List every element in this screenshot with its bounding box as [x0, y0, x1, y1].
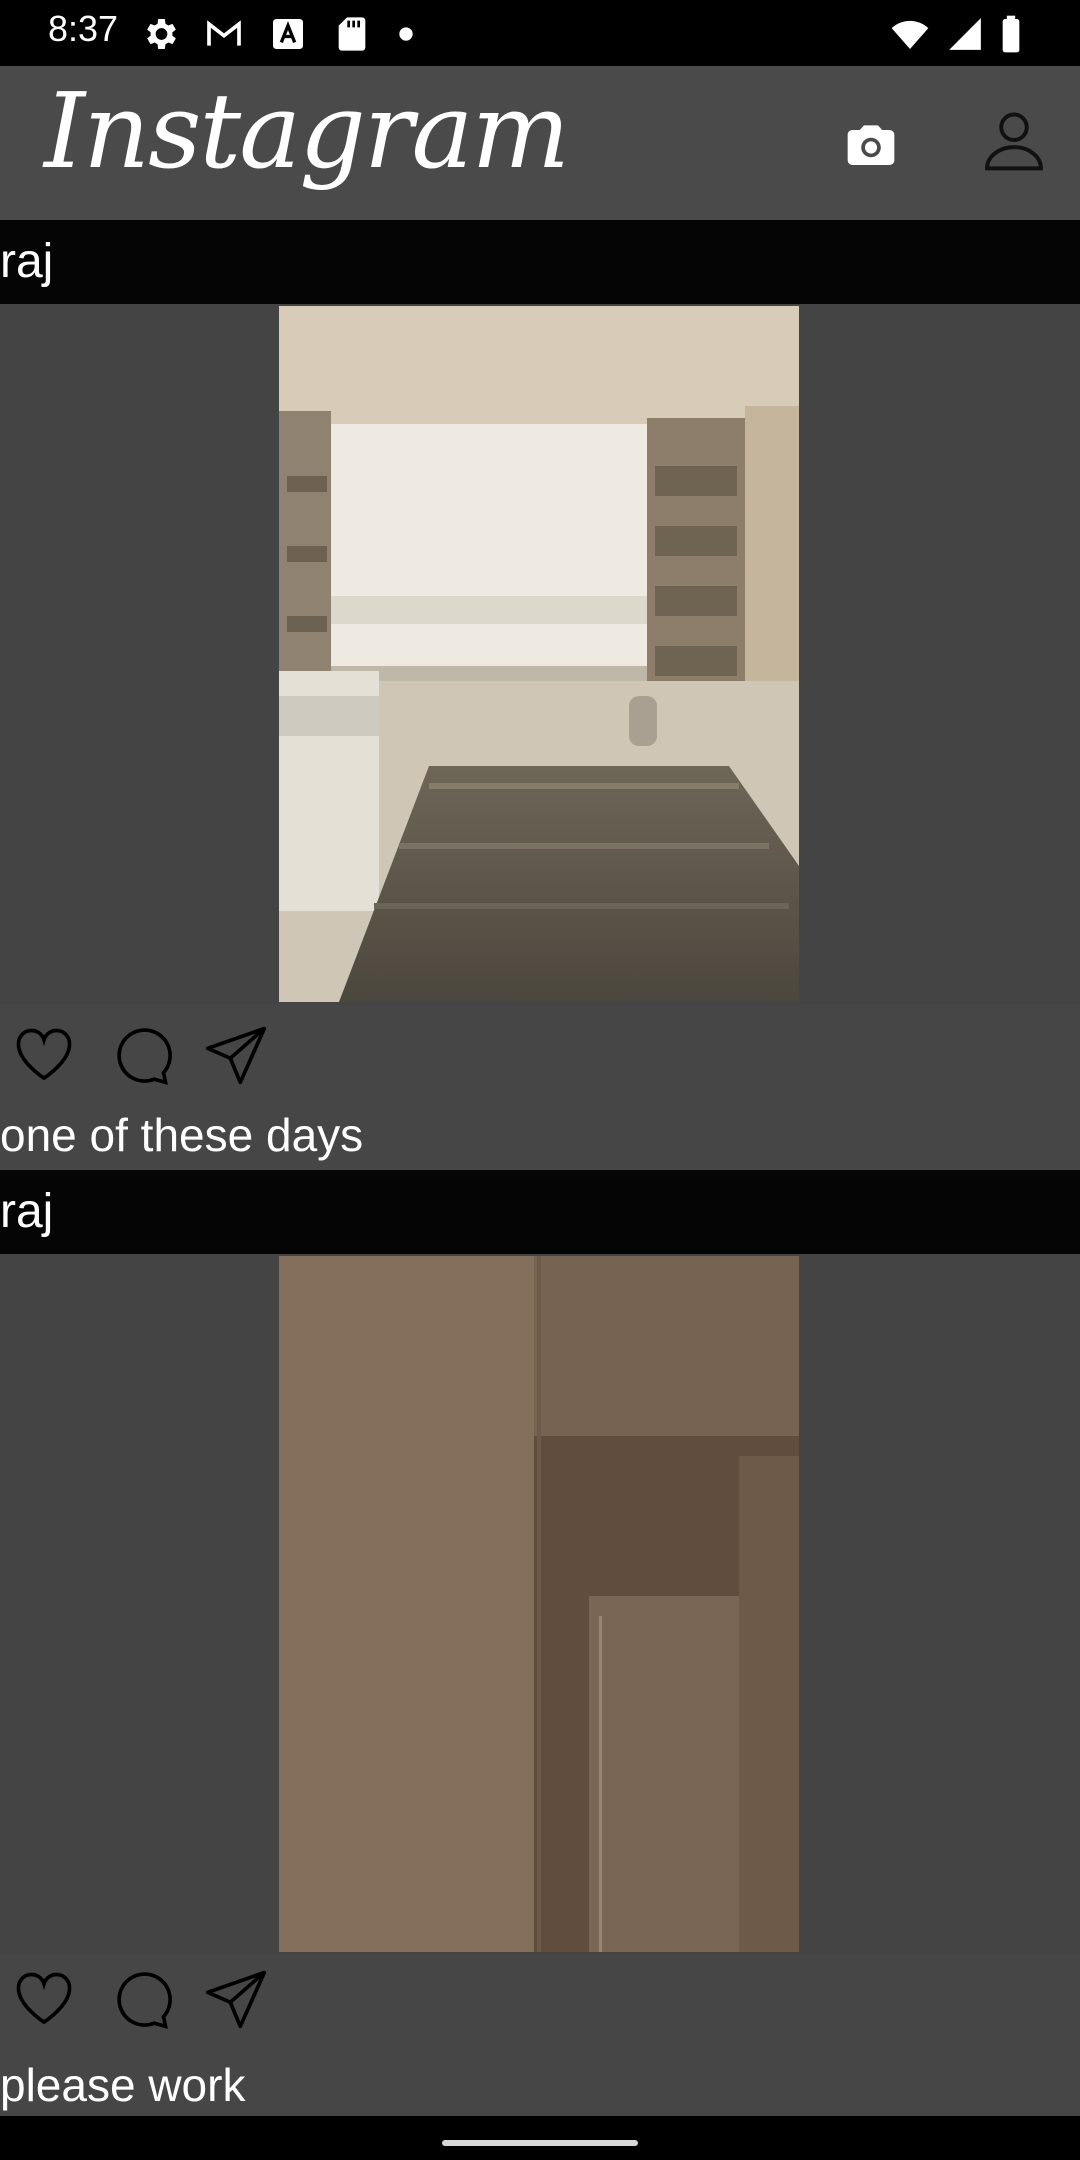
battery-icon — [1002, 15, 1020, 53]
hallway-photo-image — [279, 1256, 799, 1952]
app-screen: 8:37 Instagram raj one of these days raj… — [0, 0, 1080, 2160]
post-actions — [10, 1964, 270, 2032]
wifi-icon — [891, 20, 929, 49]
heart-icon[interactable] — [10, 1020, 78, 1088]
status-bar: 8:37 — [0, 0, 1080, 66]
send-icon[interactable] — [202, 1964, 270, 2032]
gmail-icon — [207, 20, 241, 46]
app-bar: Instagram — [0, 66, 1080, 220]
post-media-area — [0, 304, 1080, 1004]
system-icons — [888, 12, 1024, 56]
send-icon[interactable] — [202, 1020, 270, 1088]
notification-icons — [140, 12, 416, 56]
post-caption: please work — [0, 2059, 246, 2111]
status-time: 8:37 — [48, 8, 119, 49]
sd-card-icon — [338, 17, 366, 51]
post-header: raj — [0, 1170, 1080, 1254]
instagram-logo: Instagram — [44, 70, 570, 192]
cellular-signal-icon — [949, 18, 981, 50]
comment-icon[interactable] — [106, 1020, 174, 1088]
comment-icon[interactable] — [106, 1964, 174, 2032]
dot-icon — [399, 27, 413, 41]
feed-post: raj — [0, 1170, 1080, 2116]
post-caption: one of these days — [0, 1109, 364, 1161]
post-username[interactable]: raj — [0, 234, 53, 289]
camera-icon[interactable] — [843, 116, 899, 172]
settings-gear-icon — [147, 19, 176, 49]
post-image[interactable] — [279, 306, 799, 1002]
post-username[interactable]: raj — [0, 1184, 53, 1239]
heart-icon[interactable] — [10, 1964, 78, 2032]
post-actions — [10, 1020, 270, 1088]
post-header: raj — [0, 220, 1080, 304]
home-indicator[interactable] — [442, 2140, 638, 2146]
navigation-bar — [0, 2116, 1080, 2160]
feed-post: raj — [0, 220, 1080, 1172]
post-media-area — [0, 1254, 1080, 1954]
a-badge-icon — [273, 19, 303, 49]
profile-icon[interactable] — [980, 106, 1048, 174]
post-image[interactable] — [279, 1256, 799, 1952]
room-photo-image — [279, 306, 799, 1002]
